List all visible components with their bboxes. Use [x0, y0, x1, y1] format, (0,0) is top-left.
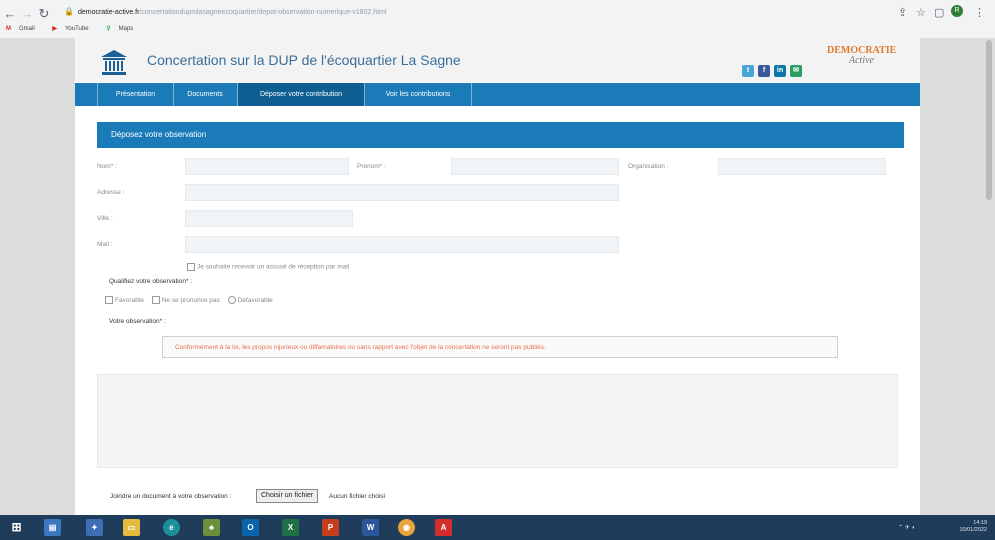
forward-button[interactable]: → [19, 6, 35, 21]
site-title: Concertation sur la DUP de l'écoquartier… [147, 52, 461, 68]
bookmark-maps[interactable]: ⚲ Maps [106, 26, 141, 32]
back-button[interactable]: ← [2, 6, 18, 21]
email-icon[interactable]: ✉ [790, 65, 802, 77]
facebook-icon[interactable]: f [758, 65, 770, 77]
form-heading-bar: Déposez votre observation [97, 122, 904, 148]
twitter-icon[interactable]: t [742, 65, 754, 77]
chrome-icon[interactable]: ◉ [398, 519, 415, 536]
prenom-input[interactable] [451, 158, 619, 175]
file-manager-icon[interactable]: ▤ [44, 519, 61, 536]
file-status: Aucun fichier choisi [329, 493, 385, 500]
option-favorable[interactable]: Favorable [105, 296, 144, 304]
maps-pin-icon: ⚲ [106, 26, 111, 32]
democratie-active-logo[interactable]: DEMOCRATIE Active [827, 46, 896, 66]
mail-input[interactable] [185, 236, 619, 253]
observation-label: Votre observation* : [109, 318, 166, 325]
option-ne-se-prononce-pas[interactable]: Ne se prononce pas [151, 296, 220, 304]
bookmark-star-icon[interactable]: ☆ [916, 6, 926, 19]
organisation-label: Organisation : [628, 163, 669, 170]
scrollbar-thumb[interactable] [986, 40, 992, 200]
ville-label: Ville : [97, 215, 113, 222]
main-nav: Présentation Documents Déposer votre con… [75, 83, 920, 106]
web-page: Concertation sur la DUP de l'écoquartier… [75, 38, 920, 515]
share-icon[interactable]: ⇪ [898, 6, 907, 19]
acrobat-icon[interactable]: A [435, 519, 452, 536]
nom-label: Nom* : [97, 163, 117, 170]
page-scrollbar[interactable] [982, 38, 995, 515]
lock-icon: 🔒 [64, 7, 74, 16]
adresse-label: Adresse : [97, 189, 125, 196]
tab-search-icon[interactable]: ▢ [934, 6, 944, 19]
favorable-checkbox[interactable] [105, 296, 113, 304]
option-defavorable[interactable]: Défavorable [227, 296, 273, 304]
receipt-checkbox[interactable] [187, 263, 195, 271]
start-icon[interactable]: ⊞ [8, 519, 25, 536]
tab-presentation[interactable]: Présentation [97, 83, 174, 106]
menu-kebab-icon[interactable]: ⋮ [974, 6, 985, 19]
organisation-input[interactable] [718, 158, 886, 175]
url-path: /concertationdupmlasagneecoquartier/depo… [139, 9, 387, 16]
powerpoint-icon[interactable]: P [322, 519, 339, 536]
app-icon[interactable]: ♣ [203, 519, 220, 536]
outlook-icon[interactable]: O [242, 519, 259, 536]
moderation-notice: Conformément à la loi, les propos injuri… [162, 336, 838, 358]
defavorable-radio[interactable] [227, 296, 236, 304]
tab-documents[interactable]: Documents [173, 83, 238, 106]
file-explorer-icon[interactable]: ▭ [123, 519, 140, 536]
form-heading: Déposez votre observation [111, 130, 207, 139]
youtube-icon: ▶ [52, 26, 57, 32]
receipt-label: Je souhaite recevoir un accusé de récept… [197, 263, 350, 271]
ne-se-prononce-pas-checkbox[interactable] [151, 296, 160, 304]
qualify-label: Qualifiez votre observation* : [109, 278, 193, 285]
choose-file-button[interactable]: Choisir un fichier [256, 489, 319, 503]
prenom-label: Prenom* : [357, 163, 386, 170]
address-bar[interactable]: 🔒 democratie-active.fr/concertationdupmla… [64, 4, 854, 20]
pinned-app-icon[interactable]: ✦ [86, 519, 103, 536]
attach-label: Joindre un document à votre observation … [110, 493, 232, 500]
bookmark-youtube[interactable]: ▶ YouTube [52, 26, 96, 32]
browser-toolbar: ← → ↻ 🔒 democratie-active.fr/concertation… [0, 0, 995, 38]
word-icon[interactable]: W [362, 519, 379, 536]
reload-button[interactable]: ↻ [36, 6, 52, 22]
bookmark-gmail[interactable]: M Gmail [6, 26, 43, 32]
url-host: democratie-active.fr [77, 9, 140, 16]
ville-input[interactable] [185, 210, 353, 227]
tab-deposer-contribution[interactable]: Déposer votre contribution [238, 83, 365, 106]
qualify-options: Favorable Ne se prononce pas Défavorable [105, 296, 273, 304]
linkedin-icon[interactable]: in [774, 65, 786, 77]
clock-date: 10/01/2022 [959, 527, 987, 533]
clock[interactable]: 14:19 10/01/2022 [935, 520, 987, 534]
receipt-option[interactable]: Je souhaite recevoir un accusé de récept… [187, 263, 349, 271]
system-tray-icons[interactable]: ⌃ ✈ ◖ [898, 524, 915, 531]
profile-avatar[interactable]: R [951, 5, 963, 17]
mail-label: Mail : [97, 241, 113, 248]
nom-input[interactable] [185, 158, 349, 175]
tab-voir-contributions[interactable]: Voir les contributions [365, 83, 472, 106]
adresse-input[interactable] [185, 184, 619, 201]
clock-time: 14:19 [973, 520, 987, 526]
bookmarks-bar: M Gmail ▶ YouTube ⚲ Maps [6, 25, 149, 37]
excel-icon[interactable]: X [282, 519, 299, 536]
gmail-icon: M [6, 26, 11, 32]
institution-logo-icon [101, 50, 127, 75]
taskbar: ⊞ ▤ ✦ ▭ e ♣ O X P W ◉ A ⌃ ✈ ◖ 14:19 10/0… [0, 515, 995, 540]
site-header: Concertation sur la DUP de l'écoquartier… [75, 38, 920, 82]
edge-icon[interactable]: e [163, 519, 180, 536]
observation-textarea[interactable] [97, 374, 898, 468]
